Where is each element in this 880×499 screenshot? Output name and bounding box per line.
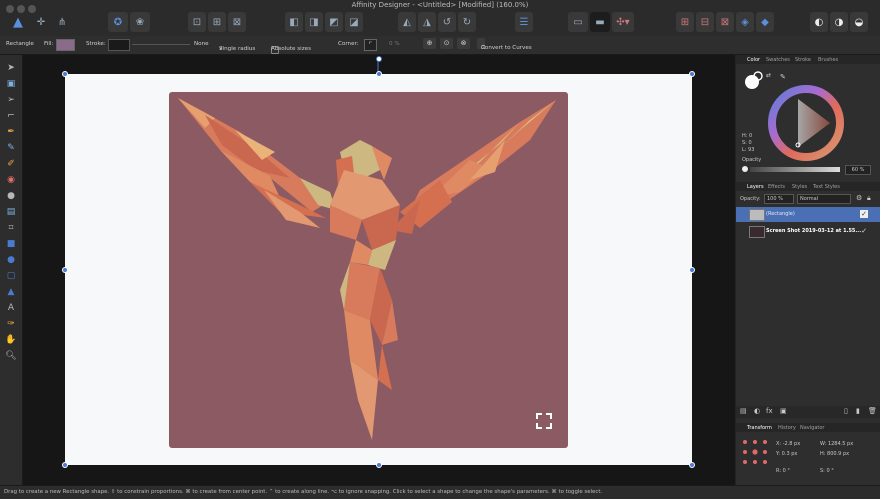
transform-r-value: 0 °: [782, 468, 790, 474]
selection-handle-top-left[interactable]: [62, 71, 68, 77]
layer-thumbnail: [749, 209, 765, 221]
opacity-label: Opacity: [742, 157, 762, 163]
layer-name: (Rectangle): [766, 211, 795, 217]
fill-color-well[interactable]: [745, 75, 759, 89]
rotation-handle[interactable]: [376, 56, 382, 62]
layer-fx-icon[interactable]: fx: [766, 407, 773, 415]
tab-layers[interactable]: Layers: [747, 184, 764, 190]
transform-s-value: 0 °: [826, 468, 834, 474]
selection-handle-top-right[interactable]: [689, 71, 695, 77]
transform-h[interactable]: H: 800.9 px: [820, 451, 849, 457]
layers-panel-tabs: Layers Effects Styles Text Styles: [736, 182, 880, 191]
tab-transform[interactable]: Transform: [747, 425, 772, 431]
layer-opacity-field[interactable]: 100 %: [764, 194, 794, 204]
transform-y-value: 0.3 px: [781, 451, 798, 457]
hsl-s: S: 0: [742, 140, 752, 146]
layer-visibility-checkbox[interactable]: ✓: [860, 210, 868, 218]
transform-panel-tabs: Transform History Navigator: [736, 423, 880, 432]
tab-swatches[interactable]: Swatches: [766, 57, 790, 63]
transform-y[interactable]: Y: 0.3 px: [776, 451, 797, 457]
transform-x[interactable]: X: -2.8 px: [776, 441, 800, 447]
layer-visibility-checkbox[interactable]: ✓: [860, 227, 868, 235]
layer-adjust-icon[interactable]: ◐: [754, 407, 760, 415]
tab-brushes[interactable]: Brushes: [818, 57, 838, 63]
tab-styles[interactable]: Styles: [792, 184, 807, 190]
selection-handle-left[interactable]: [62, 267, 68, 273]
swap-colors-icon[interactable]: ⇄: [766, 72, 771, 79]
transform-w[interactable]: W: 1284.5 px: [820, 441, 853, 447]
transform-r[interactable]: R: 0 °: [776, 468, 790, 474]
layer-row[interactable]: Screen Shot 2019-03-12 at 1.55... ✓: [736, 224, 880, 239]
transform-w-value: 1284.5 px: [827, 441, 854, 447]
layers-footer: ▤ ◐ fx ▣ ▯ ▮ 🗑︎: [736, 406, 880, 418]
blend-mode-select[interactable]: Normal: [797, 194, 851, 204]
layer-name: Screen Shot 2019-03-12 at 1.55...: [766, 228, 862, 234]
layer-group-icon[interactable]: ▣: [780, 407, 787, 415]
eyedropper-icon[interactable]: ✎: [780, 73, 786, 81]
selection-handle-bottom[interactable]: [376, 462, 382, 468]
layer-settings-icon[interactable]: ⚙: [856, 194, 862, 202]
layer-thumbnail: [749, 226, 765, 238]
tab-stroke[interactable]: Stroke: [795, 57, 811, 63]
hsl-l: L: 93: [742, 147, 755, 153]
tab-history[interactable]: History: [778, 425, 796, 431]
transform-s[interactable]: S: 0 °: [820, 468, 834, 474]
layer-row[interactable]: (Rectangle) ✓: [736, 207, 880, 222]
layer-mask-icon[interactable]: ▤: [740, 407, 747, 415]
anchor-point-selector[interactable]: [741, 438, 769, 466]
status-bar: Drag to create a new Rectangle shape. ⇧ …: [0, 485, 880, 499]
opacity-value[interactable]: 60 %: [845, 165, 871, 175]
transform-h-value: 800.9 px: [827, 451, 850, 457]
studio-panel: Color Swatches Stroke Brushes ⇄ ✎ H: 0 S…: [736, 55, 880, 485]
selection-handle-bottom-left[interactable]: [62, 462, 68, 468]
delete-layer-icon[interactable]: 🗑︎: [868, 407, 877, 415]
tab-navigator[interactable]: Navigator: [800, 425, 824, 431]
selection-handle-right[interactable]: [689, 267, 695, 273]
hsl-h: H: 0: [742, 133, 753, 139]
duplicate-layer-icon[interactable]: ▮: [856, 407, 860, 415]
opacity-dot: [742, 166, 748, 172]
add-layer-icon[interactable]: ▯: [844, 407, 848, 415]
tab-color[interactable]: Color: [747, 57, 760, 63]
opacity-slider[interactable]: [750, 167, 840, 172]
selection-handle-bottom-right[interactable]: [689, 462, 695, 468]
status-text: Drag to create a new Rectangle shape. ⇧ …: [4, 489, 603, 495]
layer-lock-icon[interactable]: 🔒︎: [867, 194, 871, 203]
transform-x-value: -2.8 px: [782, 441, 801, 447]
selection-handle-top[interactable]: [376, 71, 382, 77]
hsl-readout: H: 0 S: 0 L: 93: [742, 133, 754, 154]
color-panel-tabs: Color Swatches Stroke Brushes: [736, 55, 880, 64]
tab-text-styles[interactable]: Text Styles: [813, 184, 840, 190]
tab-effects[interactable]: Effects: [768, 184, 785, 190]
layer-opacity-label: Opacity:: [740, 196, 761, 202]
